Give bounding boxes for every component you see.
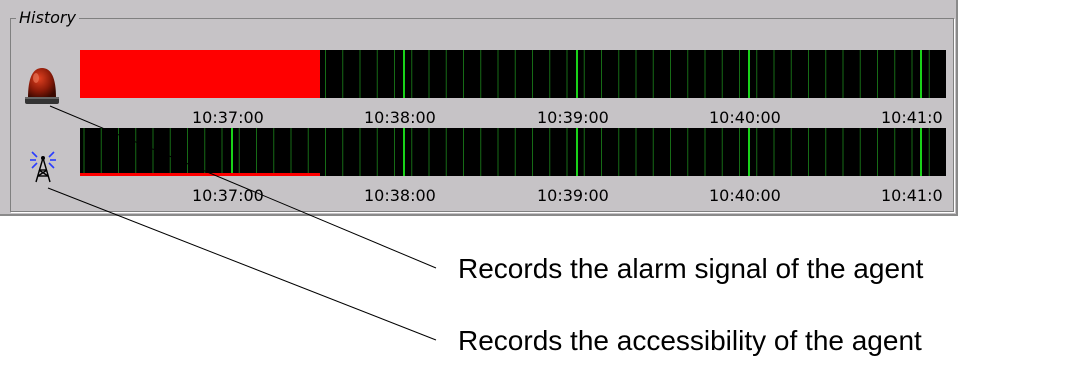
access-bar: [80, 173, 320, 176]
alarm-history-chart: [80, 50, 930, 98]
history-panel: History 10:37:00 10:38:00 10:39:00 10:40…: [0, 0, 958, 216]
alarm-light-icon: [25, 68, 59, 104]
time-tick-label: 10:38:00: [364, 108, 436, 127]
time-tick-label: 10:39:00: [537, 108, 609, 127]
access-callout-text: Records the accessibility of the agent: [458, 325, 922, 356]
antenna-icon: [30, 151, 56, 183]
time-tick-label: 10:37:00: [192, 108, 264, 127]
history-title: History: [16, 8, 79, 27]
time-tick-label: 10:40:00: [709, 108, 781, 127]
alarm-history-strip: [80, 50, 946, 98]
time-tick-label: 10:41:0: [881, 186, 943, 205]
time-tick-label: 10:40:00: [709, 186, 781, 205]
time-tick-label: 10:41:0: [881, 108, 943, 127]
alarm-callout-text: Records the alarm signal of the agent: [458, 253, 924, 284]
time-tick-label: 10:37:00: [192, 186, 264, 205]
time-tick-label: 10:38:00: [364, 186, 436, 205]
access-history-strip: [80, 128, 946, 176]
access-history-chart: [80, 128, 930, 176]
alarm-time-axis: 10:37:00 10:38:00 10:39:00 10:40:00 10:41:0: [80, 108, 946, 130]
time-tick-label: 10:39:00: [537, 186, 609, 205]
alarm-bar: [80, 50, 320, 98]
access-time-axis: 10:37:00 10:38:00 10:39:00 10:40:00 10:41:0: [80, 186, 946, 208]
